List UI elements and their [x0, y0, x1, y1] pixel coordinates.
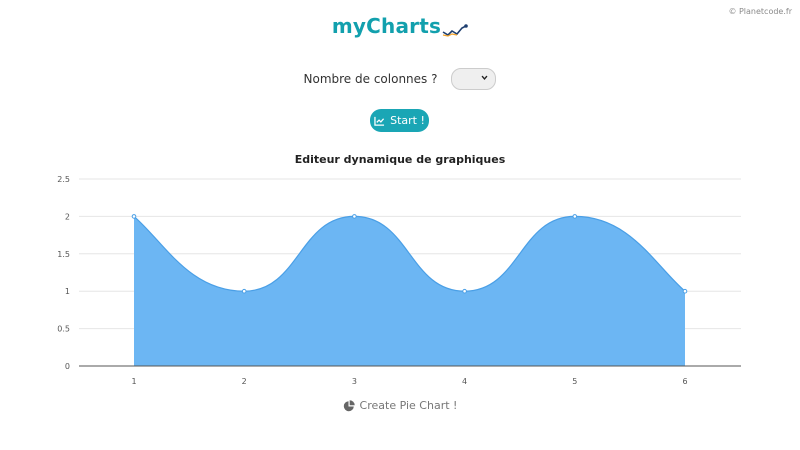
y-tick-label: 2.5: [57, 175, 70, 184]
columns-label: Nombre de colonnes ?: [303, 72, 438, 86]
chevron-down-icon: [481, 75, 488, 80]
x-tick-label: 6: [682, 377, 687, 386]
logo-text: myCharts: [331, 14, 442, 38]
data-point: [131, 214, 137, 219]
pie-chart-icon: [343, 399, 355, 411]
data-point: [462, 288, 467, 294]
x-tick-label: 5: [572, 377, 577, 386]
x-tick-label: 2: [242, 377, 247, 386]
chart-icon: [374, 116, 385, 126]
data-point: [682, 288, 688, 294]
x-tick-label: 1: [131, 377, 136, 386]
data-point: [241, 288, 247, 294]
data-point: [572, 214, 578, 219]
x-tick-label: 3: [352, 377, 357, 386]
y-tick-label: 1.5: [57, 250, 70, 259]
area-chart: 0 0.5 1 1.5 2 2.5 1 2 3 4 5 6: [57, 175, 741, 386]
page: © Planetcode.fr myCharts Nombre de colon…: [0, 0, 800, 450]
columns-row: Nombre de colonnes ?: [0, 68, 800, 90]
start-button-label: Start !: [390, 114, 425, 127]
area-fill: [134, 216, 685, 366]
data-point: [352, 214, 357, 219]
create-pie-chart-button[interactable]: Create Pie Chart !: [0, 399, 800, 412]
logo: myCharts: [0, 14, 800, 38]
logo-trend-icon: [442, 24, 468, 37]
y-tick-label: 2: [65, 212, 70, 221]
y-tick-label: 0: [65, 362, 70, 371]
create-pie-chart-label: Create Pie Chart !: [359, 399, 458, 412]
start-button[interactable]: Start !: [370, 109, 429, 132]
columns-select[interactable]: [451, 68, 497, 90]
y-tick-label: 1: [65, 287, 70, 296]
y-tick-label: 0.5: [57, 325, 70, 334]
x-tick-label: 4: [462, 377, 467, 386]
chart-title: Editeur dynamique de graphiques: [294, 153, 506, 166]
